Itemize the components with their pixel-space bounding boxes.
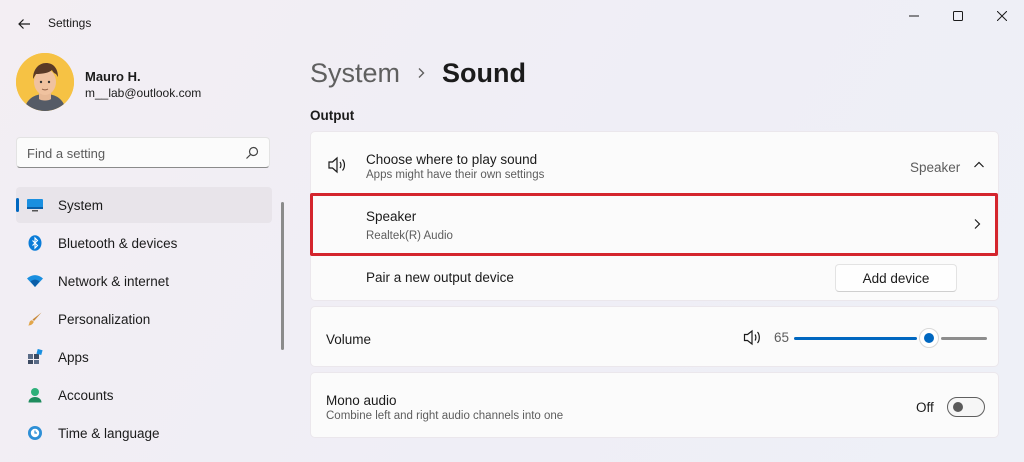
chevron-up-icon[interactable] [973,160,985,170]
choose-output-value: Speaker [910,160,961,175]
user-email: m__lab@outlook.com [85,86,202,100]
sidebar-item-network[interactable]: Network & internet [16,263,272,299]
choose-output-row[interactable]: Choose where to play sound Apps might ha… [311,132,998,196]
mono-audio-card: Mono audio Combine left and right audio … [310,372,999,438]
device-name: Speaker [366,209,417,224]
mono-audio-toggle[interactable] [947,397,985,417]
section-title-output: Output [310,108,355,123]
breadcrumb-parent[interactable]: System [310,58,400,89]
maximize-button[interactable] [936,0,980,32]
wifi-icon [26,272,44,290]
output-card: Choose where to play sound Apps might ha… [310,131,999,301]
sidebar-item-label: Bluetooth & devices [58,235,178,251]
mono-audio-state: Off [916,400,934,415]
volume-slider-track [941,337,987,340]
back-button[interactable] [10,10,38,38]
title-bar: Settings [0,0,1024,48]
mono-audio-title: Mono audio [326,393,397,408]
sidebar-item-label: Apps [58,349,89,365]
account-icon [26,386,44,404]
sidebar-scrollbar[interactable] [281,202,284,350]
search-icon[interactable] [244,145,260,161]
volume-value: 65 [774,330,790,345]
page-title: Sound [442,57,527,88]
close-icon [997,11,1007,21]
volume-icon[interactable] [743,329,763,346]
sidebar-item-time-language[interactable]: Time & language [16,415,272,451]
bluetooth-icon [26,234,44,252]
sidebar-item-apps[interactable]: Apps [16,339,272,375]
chevron-right-icon [974,219,981,229]
pair-device-label: Pair a new output device [366,270,514,285]
sidebar-item-label: Time & language [58,425,160,441]
sidebar-item-accounts[interactable]: Accounts [16,377,272,413]
system-monitor-icon [26,196,44,214]
pair-device-row: Pair a new output device Add device [311,256,998,300]
globe-clock-icon [26,424,44,442]
choose-output-title: Choose where to play sound [366,152,538,167]
breadcrumb-chevron-icon [416,67,426,79]
sidebar-item-bluetooth[interactable]: Bluetooth & devices [16,225,272,261]
minimize-icon [909,15,919,17]
app-title: Settings [48,16,92,30]
user-name: Mauro H. [85,69,141,84]
choose-output-subtitle: Apps might have their own settings [366,169,545,181]
volume-label: Volume [326,332,372,347]
toggle-knob [953,402,963,412]
maximize-icon [953,11,963,21]
volume-slider[interactable] [794,328,987,348]
add-device-button[interactable]: Add device [835,264,957,292]
sidebar-item-label: Personalization [58,311,151,327]
apps-icon [26,348,44,366]
sidebar-item-system[interactable]: System [16,187,272,223]
speaker-icon [328,156,346,174]
minimize-button[interactable] [892,0,936,32]
volume-slider-fill [794,337,917,340]
volume-slider-thumb[interactable] [919,328,939,348]
device-description: Realtek(R) Audio [366,230,453,242]
search-box[interactable] [16,137,270,168]
paintbrush-icon [26,310,44,328]
active-indicator [16,198,19,212]
avatar-image-icon [16,53,74,111]
sidebar-item-label: Network & internet [58,273,170,289]
close-button[interactable] [980,0,1024,32]
search-input[interactable] [27,144,232,162]
sidebar-item-label: Accounts [58,387,114,403]
avatar[interactable] [16,53,74,111]
speaker-device-row[interactable]: Speaker Realtek(R) Audio [311,195,998,253]
breadcrumb: System Sound [310,55,526,91]
sidebar-nav: System Bluetooth & devices Network & int… [16,187,272,453]
back-arrow-icon [18,19,30,29]
mono-audio-subtitle: Combine left and right audio channels in… [326,410,564,422]
volume-card: Volume 65 [310,306,999,367]
sidebar-item-label: System [58,197,104,213]
sidebar-item-personalization[interactable]: Personalization [16,301,272,337]
